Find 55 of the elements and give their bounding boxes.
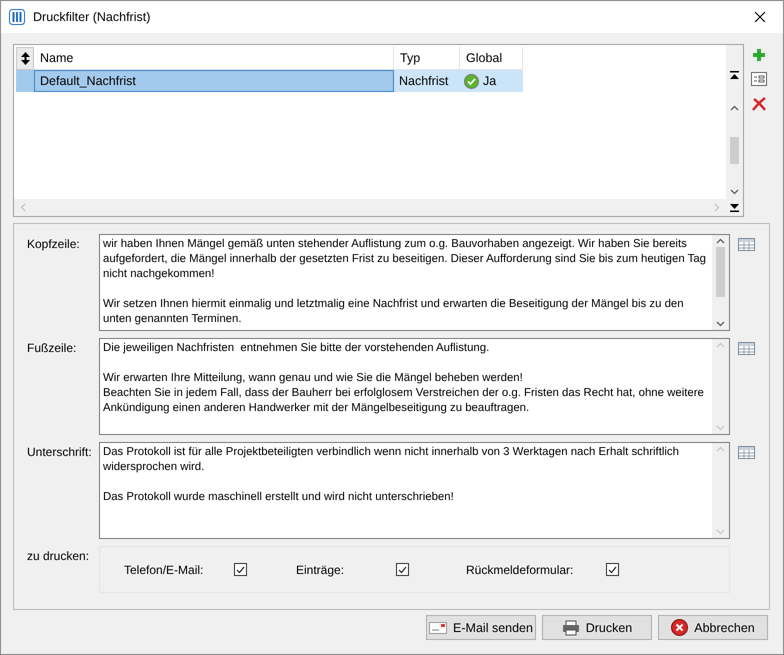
field-label: Fußzeile: [27,340,78,357]
text-area-text: Das Protokoll ist für alle Projektbeteiligten verbindlich wenn nicht innerhalb von 3 Werktagen nach Erhalt schriftlich widersprochen wird. Das Protokoll wurde maschinell erstellt und wird nicht unterschrieben! [102,445,680,505]
form-icon [751,72,768,86]
scroll-left-icon [20,203,26,212]
check-icon [236,566,245,574]
app-icon [9,9,25,25]
scroll-thumb[interactable] [716,247,725,297]
table-icon[interactable] [738,446,755,459]
print-button[interactable]: Drucken [542,615,652,640]
text-area[interactable] [99,442,730,539]
check-icon [608,566,617,574]
option-label: Einträge: [296,562,346,576]
global-text: Ja [483,74,496,88]
scroll-thumb[interactable] [730,136,740,164]
checkbox[interactable] [396,563,409,576]
scroll-up-icon[interactable] [730,105,740,112]
text-scrollbar[interactable] [712,235,729,330]
scroll-down-icon[interactable] [730,188,740,195]
sort-icon [20,52,30,65]
scroll-bottom-icon[interactable] [730,203,740,212]
field-label: zu drucken: [27,548,90,565]
check-icon [398,566,407,574]
scroll-top-icon[interactable] [730,71,740,80]
close-icon [754,11,766,23]
scroll-up-icon[interactable] [716,238,725,244]
envelope-icon [429,622,448,634]
delete-icon [751,96,768,112]
vertical-scrollbar[interactable] [726,45,744,199]
text-area-text: Die jeweiligen Nachfristen entnehmen Sie bitte der vorstehenden Auflistung. Wir erwarten Ihre Mitteilung, wann genau und wie Sie die Mängel beheben werden! Beachten Sie in jedem Fall, dass der Bauherr bei erfolglosem Verstreichen der o.g. Fristen das Recht hat, ohne weitere Ankündigung einen anderen Handwerker mit der Mängelbeseitigung zu beauftragen. [102,341,705,416]
add-button[interactable] [752,48,766,62]
sort-button[interactable] [16,47,34,70]
option-label: Rückmeldeformular: [466,562,574,576]
checkbox[interactable] [234,563,247,576]
edit-button[interactable] [751,72,768,86]
scroll-right-icon [714,203,720,212]
cancel-button[interactable]: Abbrechen [658,615,768,640]
plus-icon [752,48,766,62]
table-cell: Default_Nachfrist [34,70,394,92]
text-area-text: wir haben Ihnen Mängel gemäß unten stehender Auflistung zum o.g. Bauvorhaben angezeigt. Wir haben Sie bereits aufgefordert, die Mängel innerhalb der gesetzten Frist zu beseitigen. Dieser Aufforderung sind Sie bis zum heutigen Tag nicht nachgekommen! Wir setzen Ihnen hiermit einmalig und letztmalig eine Nachfrist und erwarten die Beseitigung der Mängel bis zu den unten genannten Terminen. [102,237,708,327]
email-button[interactable]: E-Mail senden [426,615,536,640]
delete-button[interactable] [751,96,768,112]
table-row[interactable]: Default_Nachfrist Nachfrist Ja [16,70,726,92]
printer-icon [562,620,580,636]
horizontal-scrollbar[interactable] [14,199,726,216]
scroll-down-icon[interactable] [716,321,725,327]
window-title: Druckfilter (Nachfrist) [33,10,152,24]
cancel-icon [671,619,688,636]
option-label: Telefon/E-Mail: [124,562,204,576]
table-icon[interactable] [738,238,755,251]
text-area[interactable] [99,338,730,435]
field-label: Unterschrift: [27,444,93,461]
checkbox[interactable] [606,563,619,576]
table-cell: Nachfrist [394,70,460,92]
field-label: Kopfzeile: [27,236,81,253]
table-icon[interactable] [738,342,755,355]
